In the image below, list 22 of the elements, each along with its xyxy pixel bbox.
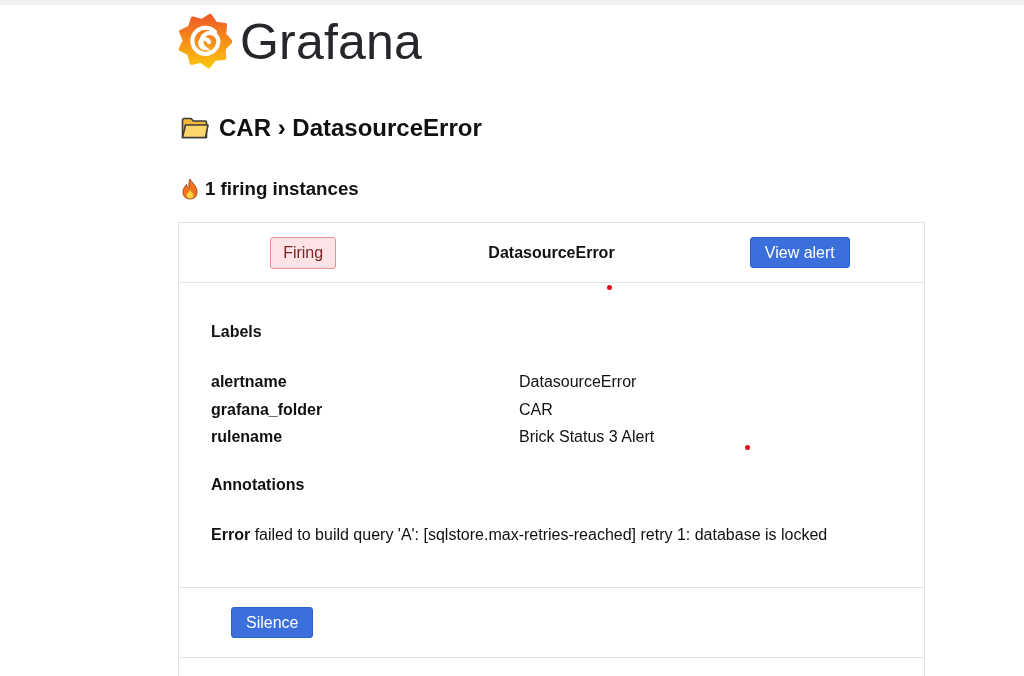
fire-icon [181,178,199,200]
folder-icon [181,117,209,139]
firing-count-heading: 1 firing instances [205,177,359,201]
annotations-heading: Annotations [211,475,305,495]
label-key: grafana_folder [211,397,323,422]
logo-wordmark: Grafana [240,17,423,67]
label-key: rulename [211,425,283,449]
alert-name: DatasourceError [488,243,615,262]
spiral-gear-logo-icon [178,13,232,71]
label-value: Brick Status 3 Alert [519,427,655,447]
label-value: DatasourceError [519,372,637,392]
view-alert-button[interactable]: View alert [749,237,850,268]
labels-heading: Labels [211,322,262,342]
marker-dot-icon [607,285,612,290]
annotation-value: failed to build query 'A': [sqlstore.max-retries-reached] retry 1: database is locked [254,525,828,545]
marker-dot-icon [745,445,750,450]
label-value: CAR [519,399,553,420]
silence-button[interactable]: Silence [231,607,314,638]
page-title: CAR › DatasourceError [219,113,482,143]
label-key: alertname [211,370,287,394]
annotation-key: Error [211,523,251,547]
state-badge: Firing [270,236,337,269]
